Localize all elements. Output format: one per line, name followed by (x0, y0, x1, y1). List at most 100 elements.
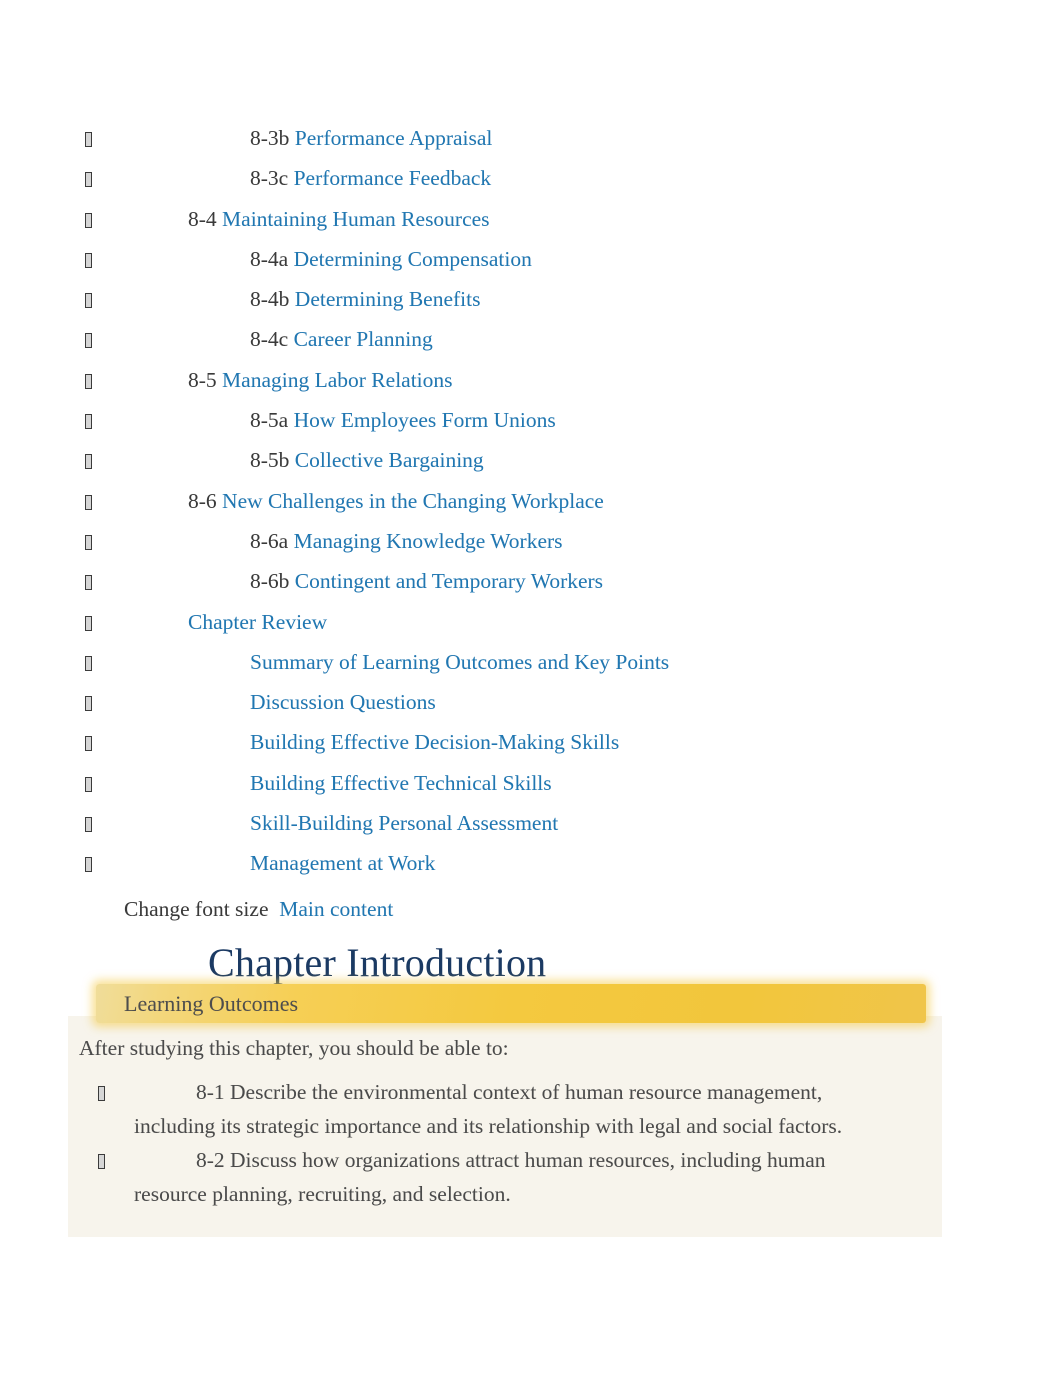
toc-item[interactable]: 8-5a How Employees Form Unions (0, 400, 1062, 440)
document-page: 8-3b Performance Appraisal 8-3c Performan… (0, 0, 1062, 1376)
toc-item[interactable]: 8-5b Collective Bargaining (0, 440, 1062, 480)
toc-item-link[interactable]: Performance Feedback (294, 166, 492, 190)
toc-item-link[interactable]: Collective Bargaining (295, 448, 484, 472)
list-bullet-icon (0, 319, 92, 359)
missing-glyph-box-icon (85, 293, 92, 309)
toc-item-text: 8-4b Determining Benefits (250, 279, 481, 319)
toc-item[interactable]: Building Effective Decision-Making Skill… (0, 722, 1062, 762)
toc-item-link[interactable]: How Employees Form Unions (294, 408, 556, 432)
toc-item-number: 8-4c (250, 327, 289, 352)
toc-item-number: 8-4 (188, 206, 217, 231)
toc-item-text: 8-5b Collective Bargaining (250, 440, 484, 480)
toc-item-number: 8-5 (188, 367, 217, 392)
toc-item-link[interactable]: Maintaining Human Resources (222, 207, 490, 231)
toc-item[interactable]: 8-3c Performance Feedback (0, 158, 1062, 198)
toc-item-text: 8-5 Managing Labor Relations (188, 360, 453, 400)
toc-item-number: 8-5b (250, 448, 290, 473)
toc-item-link[interactable]: Management at Work (250, 851, 435, 875)
toc-item-text: Skill-Building Personal Assessment (250, 803, 558, 843)
missing-glyph-box-icon (85, 333, 92, 349)
page-title: Chapter Introduction (208, 940, 547, 985)
learning-outcomes-banner-label: Learning Outcomes (124, 990, 299, 1016)
toc-item[interactable]: Chapter Review (0, 602, 1062, 642)
list-bullet-icon (0, 360, 92, 400)
missing-glyph-box-icon (85, 132, 92, 147)
missing-glyph-box-icon (85, 534, 92, 550)
toc-item-link[interactable]: Building Effective Technical Skills (250, 771, 552, 795)
toc-item-number: 8-3b (250, 126, 290, 150)
list-bullet-icon (0, 440, 92, 480)
toc-item[interactable]: Discussion Questions (0, 682, 1062, 722)
missing-glyph-box-icon (85, 857, 92, 873)
missing-glyph-box-icon (85, 373, 92, 389)
toc-item-number: 8-4a (250, 246, 289, 271)
toc-item-link[interactable]: Managing Labor Relations (222, 368, 452, 392)
toc-item-link[interactable]: Performance Appraisal (295, 126, 493, 150)
missing-glyph-box-icon (85, 615, 92, 631)
toc-item-link[interactable]: Discussion Questions (250, 690, 436, 714)
list-bullet-icon (0, 279, 92, 319)
toc-item[interactable]: 8-4b Determining Benefits (0, 279, 1062, 319)
learning-outcomes-banner: Learning Outcomes (96, 984, 926, 1023)
toc-item-link[interactable]: Contingent and Temporary Workers (295, 569, 603, 593)
toc-item-text: Building Effective Technical Skills (250, 763, 552, 803)
toc-item[interactable]: 8-5 Managing Labor Relations (0, 360, 1062, 400)
list-bullet-icon (0, 239, 92, 279)
toc-item[interactable]: 8-6b Contingent and Temporary Workers (0, 561, 1062, 601)
table-of-contents: 8-3b Performance Appraisal 8-3c Performan… (0, 118, 1062, 884)
toc-item-link[interactable]: Determining Compensation (294, 247, 532, 271)
toc-item-link[interactable]: Skill-Building Personal Assessment (250, 811, 558, 835)
toc-item-text: Chapter Review (188, 602, 327, 642)
list-bullet-icon (0, 602, 92, 642)
toc-item[interactable]: 8-4 Maintaining Human Resources (0, 199, 1062, 239)
toc-item-text: 8-5a How Employees Form Unions (250, 400, 556, 440)
toc-item-link[interactable]: Career Planning (294, 327, 433, 351)
toc-item-number: 8-3c (250, 166, 289, 191)
list-bullet-icon (0, 400, 92, 440)
toc-item[interactable]: Building Effective Technical Skills (0, 763, 1062, 803)
toc-item-link[interactable]: Building Effective Decision-Making Skill… (250, 730, 619, 754)
toc-item-number: 8-5a (250, 408, 289, 433)
missing-glyph-box-icon (85, 655, 92, 671)
toc-item-link[interactable]: Summary of Learning Outcomes and Key Poi… (250, 650, 669, 674)
missing-glyph-box-icon (85, 575, 92, 591)
toc-item[interactable]: 8-4a Determining Compensation (0, 239, 1062, 279)
list-bullet-icon (0, 642, 92, 682)
toc-item[interactable]: 8-6 New Challenges in the Changing Workp… (0, 481, 1062, 521)
toc-item[interactable]: 8-4c Career Planning (0, 319, 1062, 359)
learning-outcomes-list: 8-1 Describe the environmental context o… (68, 1075, 942, 1211)
learning-outcome-text: 8-1 Describe the environmental context o… (134, 1080, 843, 1138)
toc-item-text: Building Effective Decision-Making Skill… (250, 722, 619, 762)
list-bullet-icon (0, 481, 92, 521)
toc-item-link[interactable]: New Challenges in the Changing Workplace (222, 489, 604, 513)
missing-glyph-box-icon (85, 172, 92, 188)
toc-item-text: 8-6b Contingent and Temporary Workers (250, 561, 603, 601)
toc-item-number: 8-6b (250, 569, 290, 594)
main-content-link[interactable]: Main content (279, 897, 393, 921)
learning-outcomes-section: After studying this chapter, you should … (68, 984, 942, 1237)
learning-outcome-item: 8-2 Discuss how organizations attract hu… (68, 1143, 942, 1211)
toc-item[interactable]: Skill-Building Personal Assessment (0, 803, 1062, 843)
missing-glyph-box-icon (98, 1086, 105, 1101)
toc-item-text: Management at Work (250, 843, 435, 883)
list-bullet-icon (0, 763, 92, 803)
list-bullet-icon (0, 118, 92, 158)
learning-outcomes-intro: After studying this chapter, you should … (79, 1036, 509, 1060)
list-bullet-icon (68, 1143, 138, 1211)
toc-item[interactable]: Management at Work (0, 843, 1062, 883)
missing-glyph-box-icon (85, 776, 92, 792)
toc-item-number: 8-6a (250, 528, 289, 553)
missing-glyph-box-icon (85, 696, 92, 712)
missing-glyph-box-icon (85, 736, 92, 752)
change-font-size-label: Change font size (124, 897, 269, 921)
toc-item-number: 8-6 (188, 488, 217, 513)
toc-item-link[interactable]: Determining Benefits (295, 287, 481, 311)
toc-item[interactable]: 8-6a Managing Knowledge Workers (0, 521, 1062, 561)
toc-item-link[interactable]: Chapter Review (188, 610, 327, 634)
toc-item[interactable]: 8-3b Performance Appraisal (0, 118, 1062, 158)
toc-item-link[interactable]: Managing Knowledge Workers (294, 529, 563, 553)
list-bullet-icon (0, 803, 92, 843)
missing-glyph-box-icon (85, 252, 92, 268)
toc-item[interactable]: Summary of Learning Outcomes and Key Poi… (0, 642, 1062, 682)
toc-item-text: Discussion Questions (250, 682, 436, 722)
